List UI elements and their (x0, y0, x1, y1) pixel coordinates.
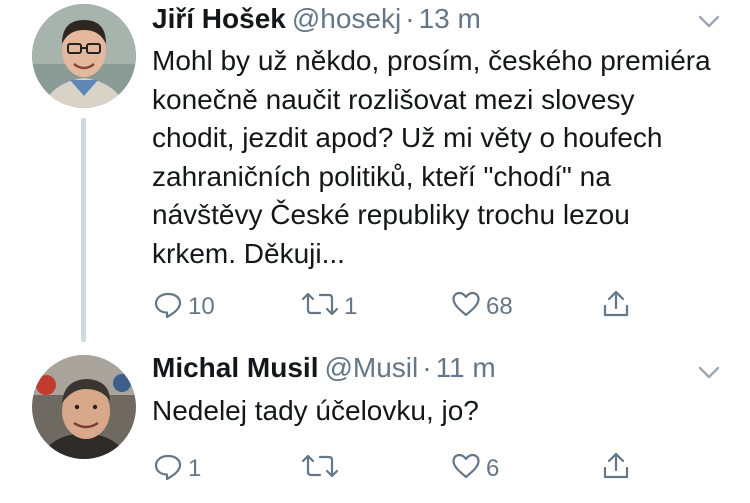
speech-bubble-icon (152, 288, 184, 327)
tweet-text: Nedelej tady účelovku, jo? (152, 395, 479, 426)
share-button[interactable] (600, 449, 632, 489)
retweet-button[interactable]: 1 (300, 287, 357, 327)
reply-count: 1 (188, 455, 202, 482)
thread-line (81, 118, 86, 342)
like-button[interactable]: 6 (450, 449, 499, 489)
like-count: 6 (486, 455, 500, 482)
display-name[interactable]: Jiří Hošek (152, 3, 286, 34)
like-button[interactable]: 68 (450, 287, 513, 327)
chevron-down-icon[interactable] (696, 359, 722, 385)
share-upload-icon (600, 288, 632, 327)
share-upload-icon (600, 450, 632, 489)
tweet-actions: 1 6 (152, 449, 642, 489)
tweet-musil[interactable]: Michal Musil @Musil · 11 m Nedelej tady úče… (0, 345, 750, 503)
share-button[interactable] (600, 287, 632, 327)
retweet-count: 1 (344, 293, 358, 320)
timestamp[interactable]: 11 m (436, 352, 496, 383)
reply-count: 10 (188, 293, 215, 320)
timestamp[interactable]: 13 m (419, 3, 481, 34)
reply-button[interactable]: 10 (152, 287, 215, 327)
heart-icon (450, 288, 482, 327)
like-count: 68 (486, 293, 513, 320)
tweet-hosek[interactable]: Jiří Hošek @hosekj · 13 m Mohl by už někdo,… (0, 0, 750, 345)
chevron-down-icon[interactable] (696, 8, 722, 34)
handle[interactable]: @Musil (324, 352, 418, 383)
separator-dot: · (405, 3, 415, 34)
retweet-arrows-icon (300, 450, 340, 489)
tweet-header: Michal Musil @Musil · 11 m (152, 351, 496, 385)
separator-dot: · (422, 352, 432, 383)
handle[interactable]: @hosekj (292, 3, 401, 34)
retweet-arrows-icon (300, 288, 340, 327)
display-name[interactable]: Michal Musil (152, 352, 318, 383)
heart-icon (450, 450, 482, 489)
tweet-text: Mohl by už někdo, prosím, českého premié… (152, 45, 711, 269)
speech-bubble-icon (152, 450, 184, 489)
avatar[interactable] (32, 355, 136, 459)
retweet-button[interactable] (300, 449, 344, 489)
avatar[interactable] (32, 4, 136, 108)
tweet-header: Jiří Hošek @hosekj · 13 m (152, 2, 481, 36)
reply-button[interactable]: 1 (152, 449, 201, 489)
tweet-actions: 10 1 68 (152, 287, 642, 327)
